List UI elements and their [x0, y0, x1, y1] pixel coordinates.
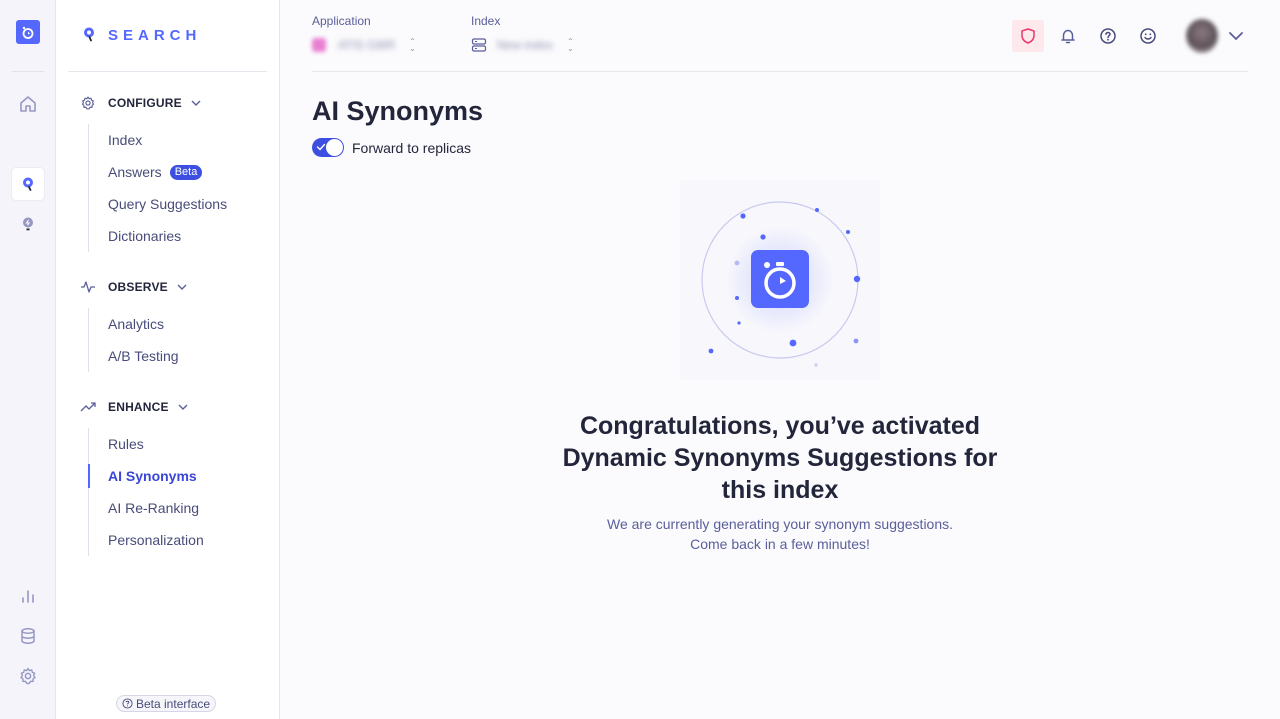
index-label: Index: [471, 14, 501, 28]
rail-analytics[interactable]: [12, 580, 44, 612]
nav-item-label: Answers: [108, 164, 162, 180]
application-color-swatch: [312, 38, 326, 52]
security-button[interactable]: [1012, 20, 1044, 52]
nav-item-dictionaries[interactable]: Dictionaries: [89, 220, 227, 252]
section-label: OBSERVE: [108, 280, 168, 294]
nav-sidebar: SEARCH CONFIGURE Index Answers Beta Query…: [56, 0, 280, 719]
rail-home[interactable]: [12, 88, 44, 120]
smiley-icon: [1140, 28, 1156, 44]
notifications-button[interactable]: [1052, 20, 1084, 52]
gear-icon: [81, 96, 95, 110]
status-line-1: We are currently generating your synonym…: [606, 516, 954, 532]
rail-settings[interactable]: [12, 660, 44, 692]
nav-item-label: A/B Testing: [108, 348, 179, 364]
page-title: AI Synonyms: [312, 96, 484, 126]
observe-items: Analytics A/B Testing: [88, 308, 179, 372]
rail-search[interactable]: [12, 168, 44, 200]
success-headline: Congratulations, you’ve activated Dynami…: [562, 412, 998, 504]
rail-divider: [12, 71, 44, 72]
nav-item-label: Personalization: [108, 532, 204, 548]
nav-item-rules[interactable]: Rules: [89, 428, 204, 460]
synonyms-processing-illustration: [680, 180, 880, 380]
chevron-down-icon[interactable]: [1228, 28, 1244, 44]
nav-item-label: Dictionaries: [108, 228, 182, 244]
rail-data[interactable]: [12, 620, 44, 652]
help-icon: [1100, 28, 1116, 44]
app-logo[interactable]: [16, 20, 40, 44]
feedback-button[interactable]: [1132, 20, 1164, 52]
toggle-label: Forward to replicas: [352, 139, 472, 156]
beta-interface-label: Beta interface: [136, 696, 211, 711]
section-observe[interactable]: OBSERVE: [80, 277, 188, 297]
index-picker[interactable]: Index New index ⌃ ⌄: [471, 14, 574, 55]
nav-item-label: AI Re-Ranking: [108, 500, 200, 516]
nav-item-ab-testing[interactable]: A/B Testing: [89, 340, 179, 372]
nav-item-label: Index: [108, 132, 143, 148]
section-label: CONFIGURE: [108, 96, 182, 110]
top-bar: Application ATIS G8IR ⌃ ⌄ Index New index…: [312, 0, 1248, 72]
toggle-switch[interactable]: [312, 138, 344, 157]
stopwatch-icon: [22, 26, 34, 39]
chevron-down-icon: [191, 100, 201, 106]
search-product-icon: [84, 27, 94, 42]
help-icon: [122, 698, 133, 709]
nav-divider: [68, 71, 267, 72]
section-label: ENHANCE: [108, 400, 169, 414]
beta-interface-button[interactable]: Beta interface: [116, 695, 217, 712]
nav-item-ai-re-ranking[interactable]: AI Re-Ranking: [89, 492, 204, 524]
status-line-2: Come back in a few minutes!: [690, 536, 870, 552]
nav-item-analytics[interactable]: Analytics: [89, 308, 179, 340]
enhance-items: Rules AI Synonyms AI Re-Ranking Personal…: [88, 428, 204, 556]
rail-recommend[interactable]: [12, 208, 44, 240]
updown-chevron-icon: ⌃ ⌄: [567, 37, 574, 53]
search-product-icon: [23, 177, 33, 191]
nav-item-personalization[interactable]: Personalization: [89, 524, 204, 556]
status-message: We are currently generating your synonym…: [540, 514, 1020, 554]
brand-label: SEARCH: [108, 26, 202, 44]
chevron-down-icon: [177, 284, 187, 290]
updown-chevron-icon: ⌃ ⌄: [409, 37, 416, 53]
bulb-icon: [23, 217, 33, 231]
nav-item-index[interactable]: Index: [89, 124, 227, 156]
nav-item-label: Query Suggestions: [108, 196, 228, 212]
shield-icon: [1021, 28, 1035, 44]
index-icon: [471, 38, 487, 52]
database-icon: [21, 628, 35, 644]
pulse-icon: [81, 281, 95, 293]
chevron-down-icon: [178, 404, 188, 410]
icon-rail: [0, 0, 56, 719]
nav-item-label: Rules: [108, 436, 144, 452]
nav-item-label: Analytics: [108, 316, 165, 332]
home-icon: [20, 96, 36, 112]
gear-icon: [20, 667, 36, 685]
section-enhance[interactable]: ENHANCE: [80, 397, 189, 417]
nav-item-query-suggestions[interactable]: Query Suggestions: [89, 188, 227, 220]
application-name: ATIS G8IR: [338, 38, 396, 52]
index-name: New index: [497, 38, 554, 52]
bar-chart-icon: [22, 590, 34, 603]
bell-icon: [1061, 29, 1075, 44]
nav-item-label: AI Synonyms: [108, 468, 197, 484]
help-button[interactable]: [1092, 20, 1124, 52]
check-icon: [316, 143, 326, 151]
nav-item-ai-synonyms[interactable]: AI Synonyms: [88, 460, 204, 492]
forward-to-replicas-toggle[interactable]: Forward to replicas: [312, 138, 471, 157]
trend-up-icon: [80, 402, 96, 412]
beta-badge: Beta: [169, 164, 203, 180]
section-configure[interactable]: CONFIGURE: [80, 93, 202, 113]
application-label: Application: [312, 14, 371, 28]
application-picker[interactable]: Application ATIS G8IR ⌃ ⌄: [312, 14, 416, 55]
nav-item-answers[interactable]: Answers Beta: [89, 156, 227, 188]
user-avatar[interactable]: [1186, 19, 1218, 53]
product-brand[interactable]: SEARCH: [82, 26, 201, 44]
configure-items: Index Answers Beta Query Suggestions Dict…: [88, 124, 227, 252]
